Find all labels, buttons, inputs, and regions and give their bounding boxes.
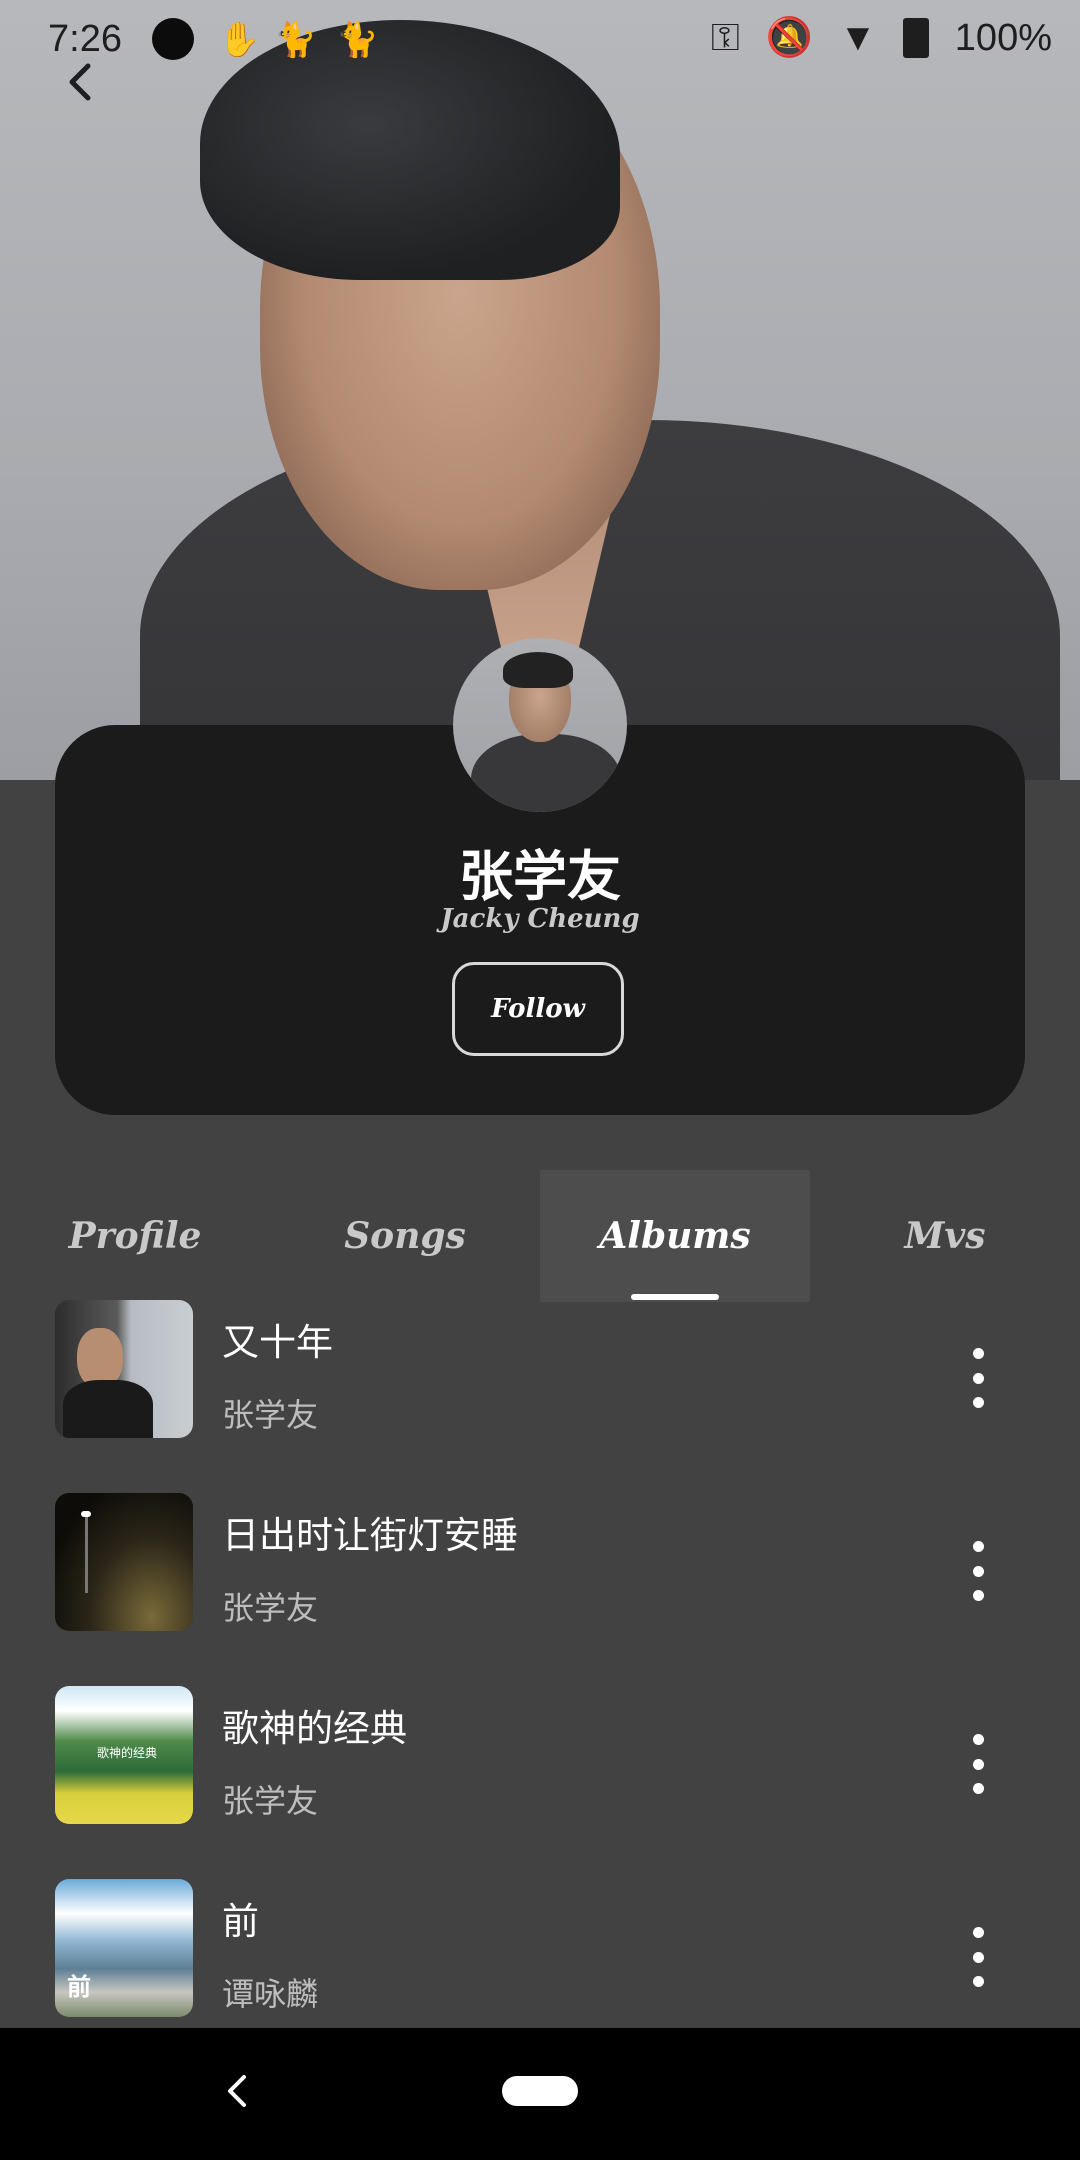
back-button[interactable] — [64, 62, 98, 101]
nav-back-button[interactable] — [222, 2064, 252, 2124]
album-title: 歌神的经典 — [222, 1707, 407, 1750]
album-artist: 张学友 — [222, 1589, 319, 1627]
album-cover: 歌神的经典 — [55, 1686, 193, 1824]
cat-icon: 🐈 — [274, 21, 317, 59]
nav-back-icon — [228, 2075, 246, 2107]
key-icon: ⚿ — [710, 16, 740, 59]
cover-lamp-light — [81, 1511, 91, 1517]
album-artist: 张学友 — [222, 1396, 319, 1434]
nav-home-button[interactable] — [502, 2076, 578, 2106]
album-title: 前 — [222, 1900, 259, 1943]
album-title: 日出时让街灯安睡 — [222, 1514, 518, 1557]
circle-icon — [152, 18, 194, 60]
battery-percent: 100% — [954, 16, 1052, 59]
album-cover: 前 — [55, 1879, 193, 2017]
album-cover — [55, 1300, 193, 1438]
cat-icon: 🐈 — [336, 21, 379, 59]
album-title: 又十年 — [222, 1321, 333, 1364]
album-cover — [55, 1493, 193, 1631]
tab-songs[interactable]: Songs — [270, 1170, 540, 1302]
cover-text: 前 — [67, 1973, 91, 2001]
list-item[interactable]: 又十年 张学友 — [0, 1300, 1080, 1493]
chevron-left-icon — [69, 63, 91, 101]
status-right-group: ⚿ 🔕 ▼ 100% — [711, 16, 1052, 60]
cover-text: 歌神的经典 — [97, 1746, 158, 1760]
hand-icon: ✋ — [218, 21, 261, 59]
list-item[interactable]: 日出时让街灯安睡 张学友 — [0, 1493, 1080, 1686]
album-artist: 谭咏麟 — [222, 1975, 319, 2013]
cover-face — [77, 1328, 123, 1388]
bell-off-icon: 🔕 — [765, 17, 814, 59]
tab-albums[interactable]: Albums — [540, 1170, 810, 1302]
artist-name: 张学友 — [459, 845, 621, 908]
tab-profile[interactable]: Profile — [0, 1170, 270, 1302]
tab-mvs[interactable]: Mvs — [810, 1170, 1080, 1302]
artist-avatar — [453, 638, 627, 812]
cover-body — [63, 1380, 153, 1438]
more-options-icon[interactable] — [960, 1927, 996, 1987]
more-options-icon[interactable] — [960, 1541, 996, 1601]
more-options-icon[interactable] — [960, 1348, 996, 1408]
system-nav-bar — [0, 2028, 1080, 2160]
more-options-icon[interactable] — [960, 1734, 996, 1794]
status-bar: 7:26 ✋ 🐈 🐈 ⚿ 🔕 ▼ 100% — [0, 0, 1080, 80]
follow-button[interactable]: Follow — [452, 962, 624, 1056]
avatar-hair — [503, 652, 573, 688]
album-artist: 张学友 — [222, 1782, 319, 1820]
wifi-icon: ▼ — [839, 16, 877, 59]
avatar-shirt — [471, 734, 621, 812]
artist-english-name: Jacky Cheung — [440, 904, 640, 934]
status-time: 7:26 — [48, 18, 122, 60]
cover-lamp-post — [85, 1513, 88, 1593]
tab-bar: Profile Songs Albums Mvs — [0, 1170, 1080, 1302]
list-item[interactable]: 歌神的经典 歌神的经典 张学友 — [0, 1686, 1080, 1879]
battery-charging-icon — [902, 18, 929, 58]
